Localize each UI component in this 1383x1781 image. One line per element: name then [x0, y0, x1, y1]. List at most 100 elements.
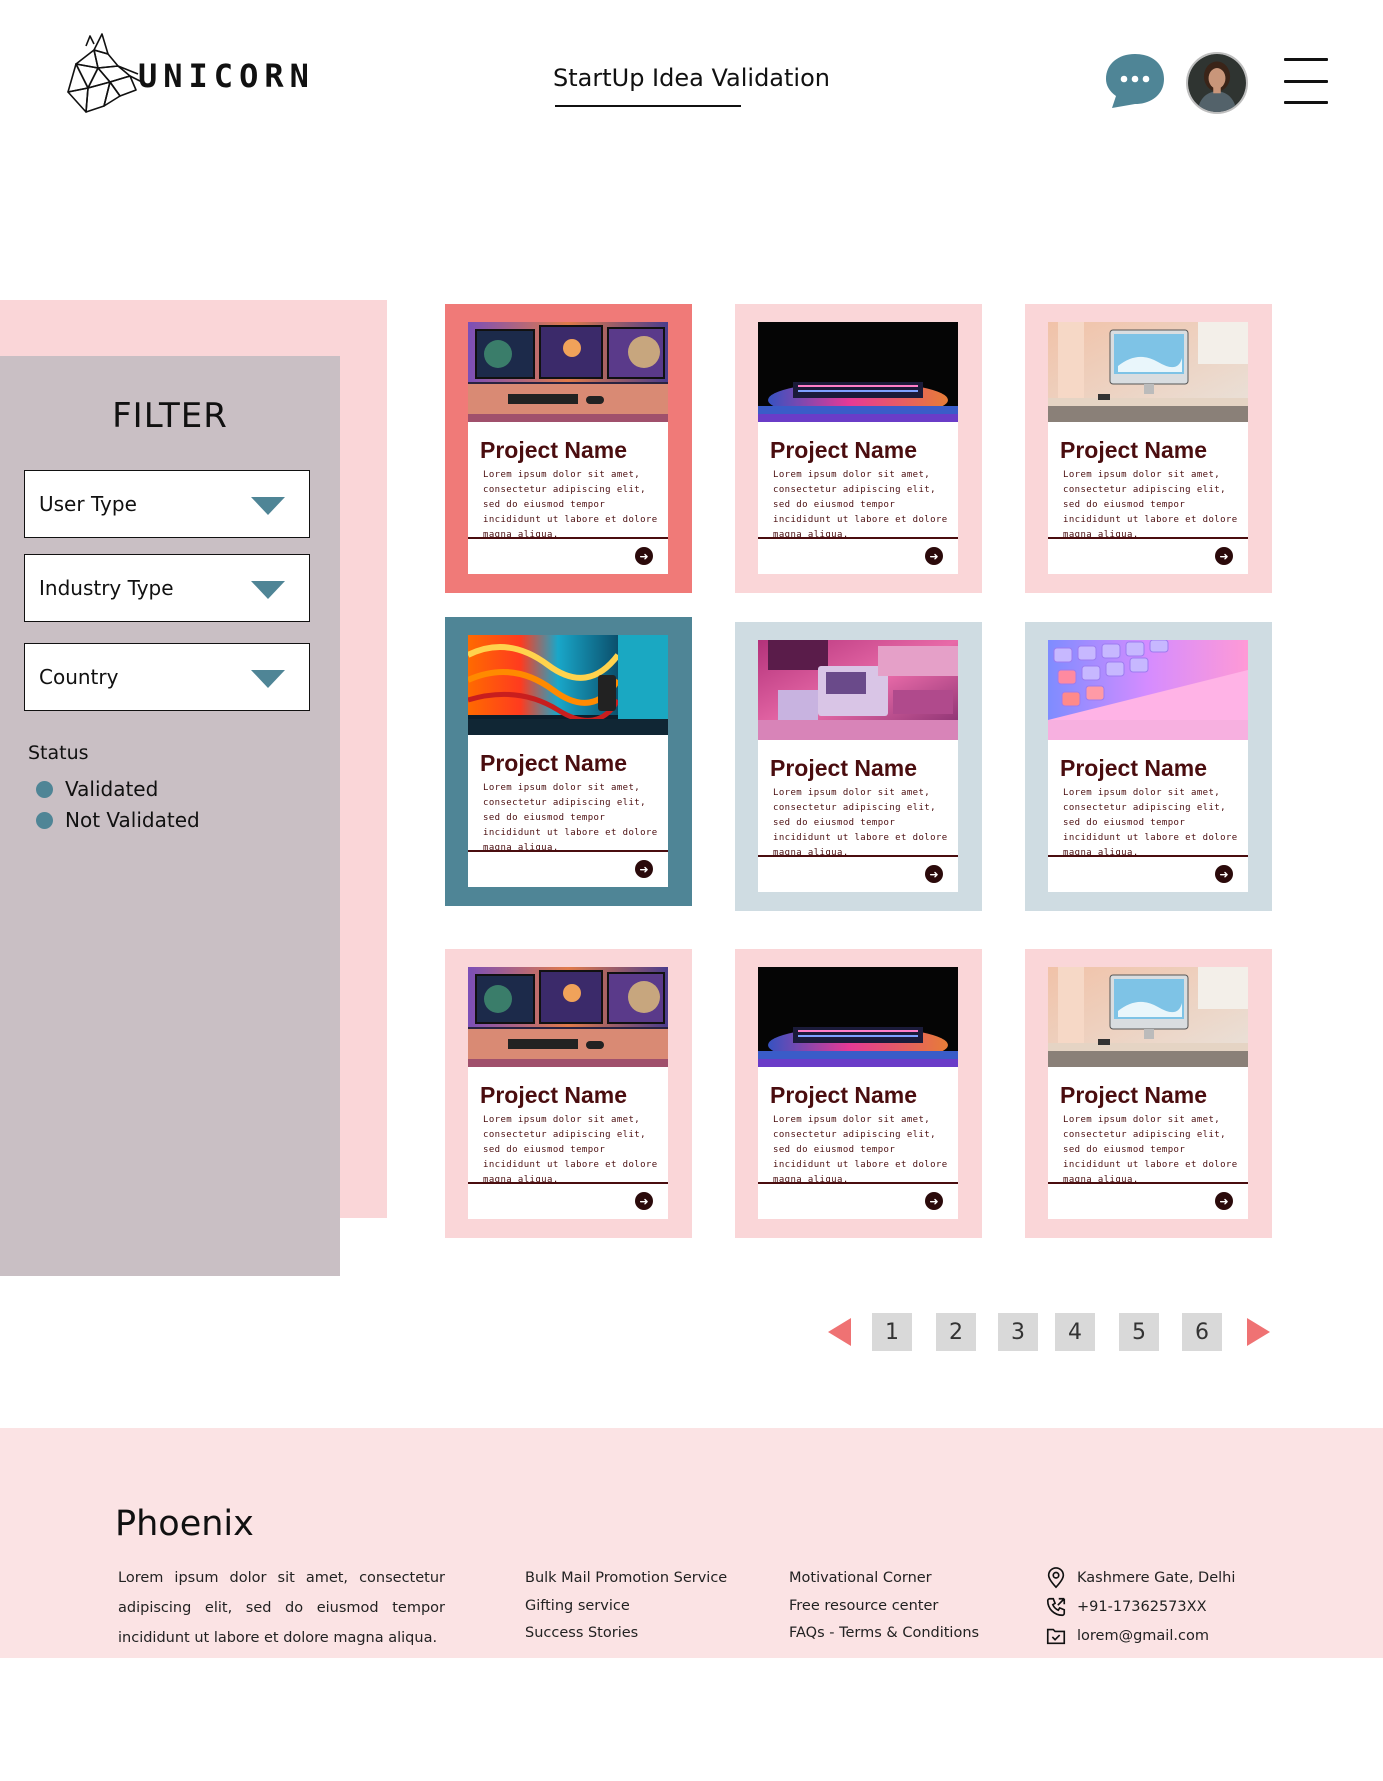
unicorn-head-icon — [67, 33, 143, 113]
user-portrait — [1188, 54, 1246, 112]
status-option-validated[interactable]: Validated — [36, 777, 158, 801]
page-title: StartUp Idea Validation — [553, 64, 830, 92]
page-3-button[interactable]: 3 — [998, 1313, 1038, 1351]
user-avatar[interactable] — [1186, 52, 1248, 114]
arrow-right-circle-icon[interactable]: ➜ — [925, 547, 943, 565]
menu-line — [1284, 101, 1328, 104]
card-body: Project Name Lorem ipsum dolor sit amet, … — [758, 322, 958, 574]
card-body: Project Name Lorem ipsum dolor sit amet, … — [1048, 322, 1248, 574]
page-4-button[interactable]: 4 — [1055, 1313, 1095, 1351]
footer-brand: Phoenix — [115, 1504, 254, 1544]
footer-link[interactable]: FAQs - Terms & Conditions — [789, 1623, 979, 1651]
project-name: Project Name — [1060, 1082, 1208, 1108]
project-name: Project Name — [480, 1082, 628, 1108]
project-image — [1048, 322, 1248, 422]
footer-link[interactable]: Success Stories — [525, 1623, 727, 1651]
card-divider — [468, 537, 668, 539]
hamburger-menu-button[interactable] — [1284, 58, 1328, 104]
card-divider — [1048, 855, 1248, 857]
mail-folder-icon — [1046, 1628, 1066, 1644]
card-body: Project Name Lorem ipsum dolor sit amet, … — [1048, 967, 1248, 1219]
footer-link[interactable]: Gifting service — [525, 1596, 727, 1624]
project-description: Lorem ipsum dolor sit amet, consectetur … — [773, 1115, 948, 1185]
project-description: Lorem ipsum dolor sit amet, consectetur … — [773, 470, 948, 540]
project-description: Lorem ipsum dolor sit amet, consectetur … — [1063, 788, 1238, 858]
footer-links-services: Bulk Mail Promotion Service Gifting serv… — [525, 1568, 727, 1651]
project-name: Project Name — [770, 755, 918, 781]
triangle-right-icon[interactable] — [1247, 1318, 1270, 1346]
project-card[interactable]: Project Name Lorem ipsum dolor sit amet, … — [1025, 304, 1272, 593]
industry-type-select[interactable]: Industry Type — [24, 554, 310, 622]
card-divider — [1048, 1182, 1248, 1184]
caret-down-icon — [251, 670, 285, 688]
arrow-right-circle-icon[interactable]: ➜ — [635, 547, 653, 565]
page-6-button[interactable]: 6 — [1182, 1313, 1222, 1351]
footer-link[interactable]: Free resource center — [789, 1596, 979, 1624]
contact-email[interactable]: lorem@gmail.com — [1045, 1621, 1235, 1650]
arrow-right-circle-icon[interactable]: ➜ — [1215, 865, 1233, 883]
card-body: Project Name Lorem ipsum dolor sit amet, … — [468, 635, 668, 887]
project-name: Project Name — [1060, 437, 1208, 463]
status-option-not-validated[interactable]: Not Validated — [36, 808, 200, 832]
card-divider — [468, 850, 668, 852]
footer-contact: Kashmere Gate, Delhi +91-17362573XX lore… — [1045, 1563, 1235, 1650]
arrow-right-circle-icon[interactable]: ➜ — [635, 1192, 653, 1210]
project-card[interactable]: Project Name Lorem ipsum dolor sit amet, … — [735, 949, 982, 1238]
card-divider — [758, 855, 958, 857]
page-5-button[interactable]: 5 — [1119, 1313, 1159, 1351]
card-body: Project Name Lorem ipsum dolor sit amet, … — [468, 967, 668, 1219]
project-name: Project Name — [1060, 755, 1208, 781]
filter-panel: FILTER User Type Industry Type Country S… — [0, 356, 340, 1276]
status-option-label: Validated — [65, 777, 159, 801]
country-select[interactable]: Country — [24, 643, 310, 711]
project-image — [1048, 967, 1248, 1067]
project-card[interactable]: Project Name Lorem ipsum dolor sit amet, … — [735, 622, 982, 911]
card-body: Project Name Lorem ipsum dolor sit amet, … — [1048, 640, 1248, 892]
project-card[interactable]: Project Name Lorem ipsum dolor sit amet, … — [1025, 949, 1272, 1238]
contact-address-text: Kashmere Gate, Delhi — [1077, 1569, 1236, 1586]
project-image — [758, 640, 958, 740]
project-image — [468, 967, 668, 1067]
brand-name: UNICORN — [138, 57, 315, 95]
project-card[interactable]: Project Name Lorem ipsum dolor sit amet, … — [445, 949, 692, 1238]
project-card[interactable]: Project Name Lorem ipsum dolor sit amet, … — [445, 304, 692, 593]
footer-link[interactable]: Bulk Mail Promotion Service — [525, 1568, 727, 1596]
caret-down-icon — [251, 497, 285, 515]
contact-phone[interactable]: +91-17362573XX — [1045, 1592, 1235, 1621]
filter-title: FILTER — [112, 396, 228, 436]
card-divider — [758, 537, 958, 539]
menu-line — [1284, 79, 1328, 83]
project-card[interactable]: Project Name Lorem ipsum dolor sit amet, … — [1025, 622, 1272, 911]
project-image — [758, 967, 958, 1067]
project-card[interactable]: Project Name Lorem ipsum dolor sit amet, … — [735, 304, 982, 593]
radio-dot-icon — [36, 780, 53, 798]
select-label: Industry Type — [39, 576, 174, 600]
card-divider — [1048, 537, 1248, 539]
user-type-select[interactable]: User Type — [24, 470, 310, 538]
project-image — [1048, 640, 1248, 740]
project-description: Lorem ipsum dolor sit amet, consectetur … — [1063, 470, 1238, 540]
location-pin-icon — [1047, 1566, 1065, 1588]
project-image — [468, 322, 668, 422]
page-1-button[interactable]: 1 — [872, 1313, 912, 1351]
footer-about-text: Lorem ipsum dolor sit amet, consectetur … — [118, 1570, 445, 1646]
arrow-right-circle-icon[interactable]: ➜ — [1215, 547, 1233, 565]
caret-down-icon — [251, 581, 285, 599]
contact-email-text: lorem@gmail.com — [1077, 1627, 1209, 1644]
arrow-right-circle-icon[interactable]: ➜ — [925, 1192, 943, 1210]
status-option-label: Not Validated — [65, 808, 200, 832]
project-card[interactable]: Project Name Lorem ipsum dolor sit amet, … — [445, 617, 692, 906]
phone-icon — [1046, 1597, 1066, 1616]
triangle-left-icon[interactable] — [828, 1318, 851, 1346]
chat-button[interactable] — [1104, 52, 1166, 110]
project-description: Lorem ipsum dolor sit amet, consectetur … — [483, 783, 658, 853]
card-body: Project Name Lorem ipsum dolor sit amet, … — [758, 640, 958, 892]
arrow-right-circle-icon[interactable]: ➜ — [635, 860, 653, 878]
page-2-button[interactable]: 2 — [936, 1313, 976, 1351]
card-body: Project Name Lorem ipsum dolor sit amet, … — [468, 322, 668, 574]
footer-link[interactable]: Motivational Corner — [789, 1568, 979, 1596]
brand-logo[interactable]: UNICORN — [58, 28, 328, 118]
arrow-right-circle-icon[interactable]: ➜ — [925, 865, 943, 883]
project-name: Project Name — [480, 437, 628, 463]
arrow-right-circle-icon[interactable]: ➜ — [1215, 1192, 1233, 1210]
